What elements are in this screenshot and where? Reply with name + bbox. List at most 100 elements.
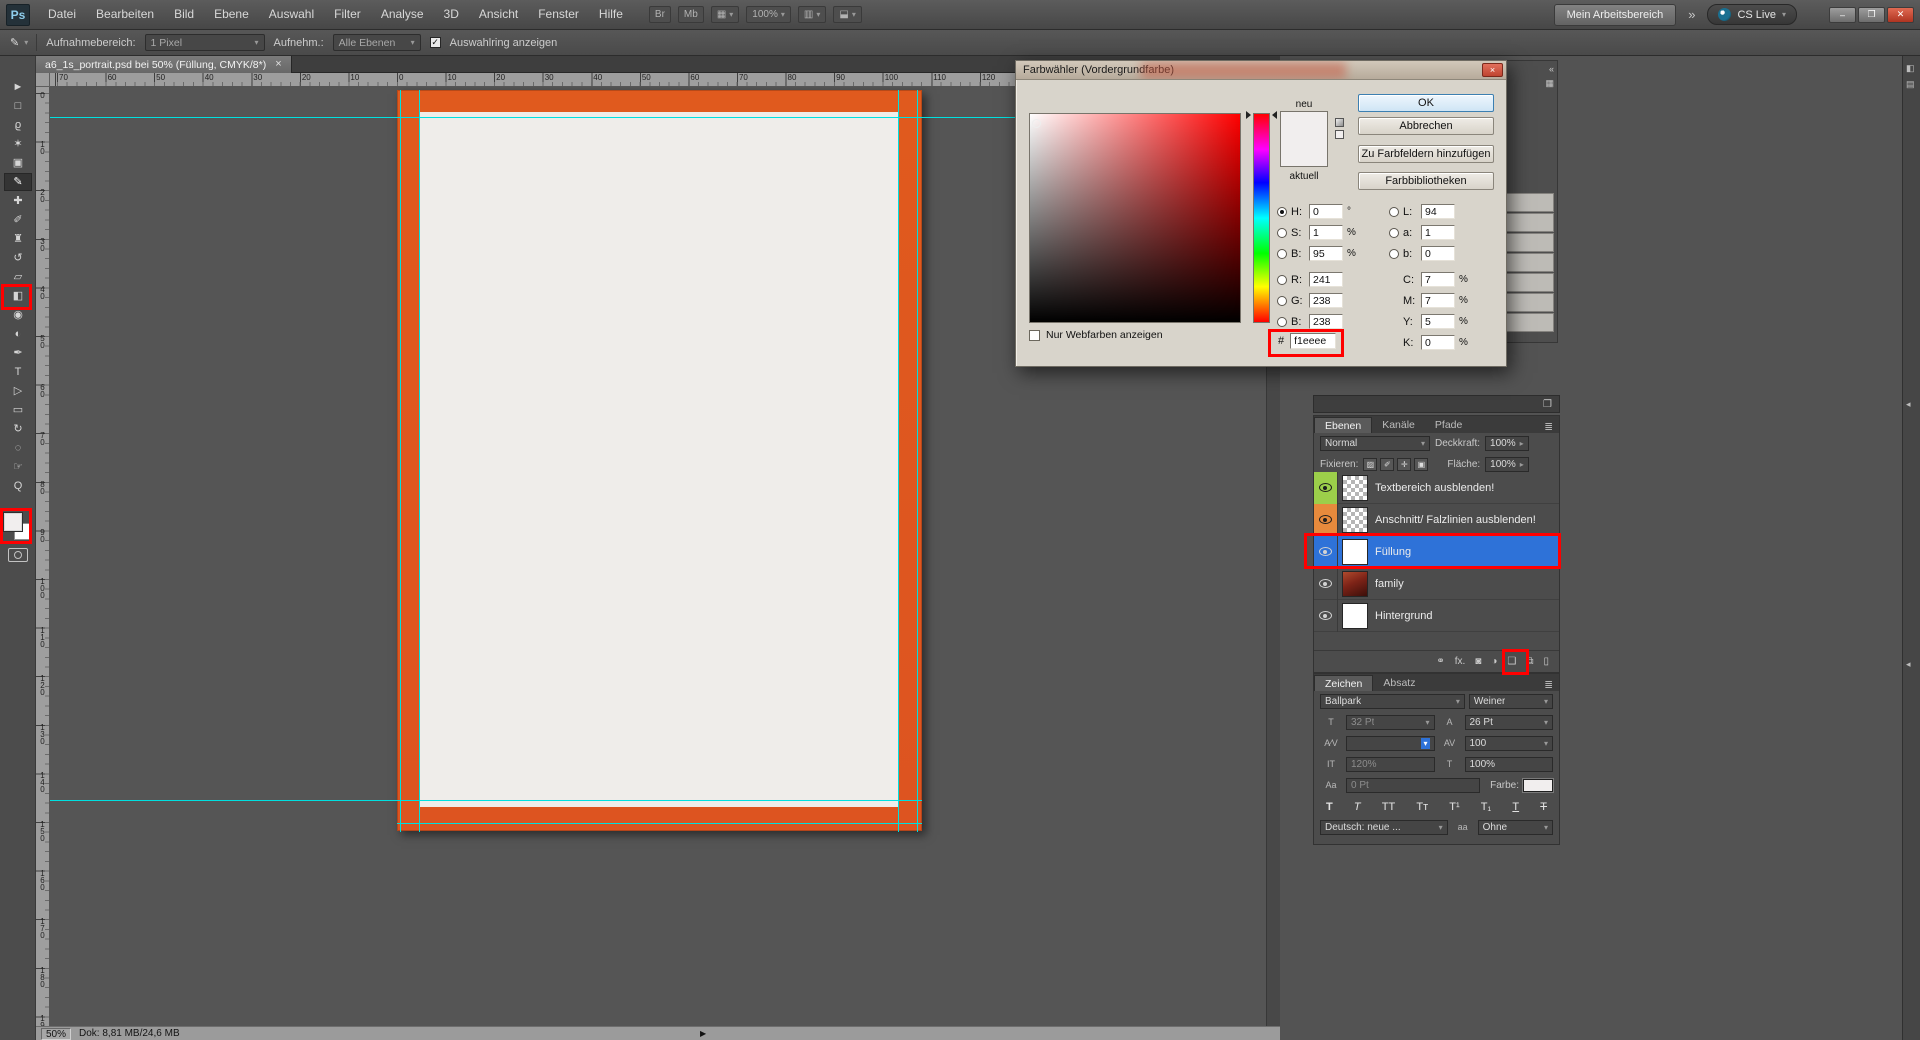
color-field-marker[interactable] — [1032, 119, 1041, 128]
color-field[interactable] — [1029, 113, 1241, 323]
clone-stamp-tool[interactable]: ♜ — [4, 230, 32, 248]
menu-ansicht[interactable]: Ansicht — [469, 0, 528, 29]
blend-mode-dropdown[interactable]: Normal ▾ — [1320, 436, 1430, 451]
close-button[interactable]: ✕ — [1887, 7, 1914, 23]
small-caps-button[interactable]: Tᴛ — [1416, 801, 1428, 813]
zoom-tool[interactable]: Q — [4, 477, 32, 495]
layer-visibility-toggle[interactable] — [1314, 568, 1338, 600]
sample-size-dropdown[interactable]: 1 Pixel ▾ — [145, 34, 265, 51]
layer-thumbnail[interactable] — [1342, 571, 1368, 597]
menu-analyse[interactable]: Analyse — [371, 0, 434, 29]
menu-filter[interactable]: Filter — [324, 0, 371, 29]
workspace-button[interactable]: Mein Arbeitsbereich — [1554, 4, 1677, 26]
tab-pfade[interactable]: Pfade — [1425, 417, 1472, 433]
eraser-tool[interactable]: ▱ — [4, 268, 32, 286]
dock-grid-icon[interactable]: ▦ — [1545, 78, 1554, 89]
lock-position-icon[interactable]: ✛ — [1397, 458, 1411, 471]
cp-r-radio[interactable] — [1277, 275, 1287, 285]
hue-slider[interactable] — [1253, 113, 1270, 323]
layer-row-family[interactable]: family — [1314, 568, 1559, 600]
menu-hilfe[interactable]: Hilfe — [589, 0, 633, 29]
cp-a-radio[interactable] — [1389, 228, 1399, 238]
dialog-title-bar[interactable]: Farbwähler (Vordergrundfarbe) — [1016, 61, 1506, 80]
menu-bearbeiten[interactable]: Bearbeiten — [86, 0, 164, 29]
subscript-button[interactable]: T₁ — [1481, 801, 1491, 813]
guide-vertical-2[interactable] — [419, 90, 420, 832]
pen-tool[interactable]: ✒ — [4, 344, 32, 362]
ok-button[interactable]: OK — [1358, 94, 1494, 112]
cp-s-field[interactable]: 1 — [1309, 225, 1343, 240]
underline-button[interactable]: T — [1512, 801, 1519, 813]
rotate-3d-tool[interactable]: ↻ — [4, 420, 32, 438]
type-tool[interactable]: T — [4, 363, 32, 381]
menu-3d[interactable]: 3D — [434, 0, 469, 29]
panel-menu-icon[interactable]: ≣ — [1544, 679, 1559, 691]
vertical-ruler[interactable]: 0102030405060708090100110120130140150160… — [36, 87, 50, 1026]
menu-ebene[interactable]: Ebene — [204, 0, 259, 29]
expand-dock-arrow-low[interactable]: ◂ — [1906, 660, 1911, 669]
layer-visibility-toggle[interactable] — [1314, 600, 1338, 632]
cp-l-field[interactable]: 94 — [1421, 204, 1455, 219]
cs-live-button[interactable]: CS Live ▾ — [1707, 4, 1797, 25]
new-group-icon[interactable]: ❑ — [1507, 657, 1516, 667]
dodge-tool[interactable]: ◐ — [4, 325, 32, 343]
faux-italic-button[interactable]: T — [1354, 801, 1361, 813]
current-color-swatch[interactable] — [1281, 139, 1327, 166]
font-family-dropdown[interactable]: Ballpark ▾ — [1320, 694, 1465, 709]
cp-r-field[interactable]: 241 — [1309, 272, 1343, 287]
tab-kanle[interactable]: Kanäle — [1372, 417, 1425, 433]
mini-bridge-icon[interactable]: Mb — [678, 6, 704, 23]
menu-auswahl[interactable]: Auswahl — [259, 0, 324, 29]
zoom-level-field[interactable]: 50% — [41, 1028, 71, 1040]
guide-vertical-3[interactable] — [898, 90, 899, 832]
collapsed-dock-panel-icon[interactable]: ◧ — [1906, 64, 1915, 73]
lasso-tool[interactable]: ϱ — [4, 116, 32, 134]
guide-vertical-1[interactable] — [400, 90, 401, 832]
lock-all-icon[interactable]: ▣ — [1414, 458, 1428, 471]
sample-layers-dropdown[interactable]: Alle Ebenen ▾ — [333, 34, 421, 51]
font-size-dropdown[interactable]: 32 Pt ▾ — [1346, 715, 1435, 730]
layer-row-hintergrund[interactable]: Hintergrund — [1314, 600, 1559, 632]
layer-visibility-toggle[interactable] — [1314, 536, 1338, 568]
cp-a-field[interactable]: 1 — [1421, 225, 1455, 240]
cp-b-field[interactable]: 95 — [1309, 246, 1343, 261]
all-caps-button[interactable]: TT — [1382, 801, 1395, 813]
baseline-shift-field[interactable]: 0 Pt — [1346, 778, 1480, 793]
superscript-button[interactable]: T¹ — [1449, 801, 1459, 813]
dialog-close-button[interactable]: × — [1482, 63, 1503, 77]
cp-y-field[interactable]: 5 — [1421, 314, 1455, 329]
bridge-icon[interactable]: Br — [649, 6, 671, 23]
orbit-3d-tool[interactable]: ◌ — [4, 439, 32, 457]
strikethrough-button[interactable]: T — [1540, 801, 1547, 813]
tool-preset-picker[interactable]: ✎ ▾ — [6, 34, 37, 51]
layer-thumbnail[interactable] — [1342, 539, 1368, 565]
collapsed-dock-grid-icon[interactable]: ▤ — [1906, 80, 1915, 89]
add-to-swatches-button[interactable]: Zu Farbfeldern hinzufügen — [1358, 145, 1494, 163]
layer-visibility-toggle[interactable] — [1314, 504, 1338, 536]
cp-l-radio[interactable] — [1389, 207, 1399, 217]
paint-bucket-tool[interactable]: ◧ — [4, 287, 32, 305]
hex-input-field[interactable]: f1eeee — [1290, 333, 1336, 349]
screen-mode-icon[interactable]: ⬓▾ — [833, 6, 861, 23]
cancel-button[interactable]: Abbrechen — [1358, 117, 1494, 135]
hand-tool[interactable]: ☞ — [4, 458, 32, 476]
guide-horizontal-fold[interactable] — [397, 823, 922, 824]
menu-fenster[interactable]: Fenster — [528, 0, 589, 29]
layer-row-textbereich-ausblenden[interactable]: Textbereich ausblenden! — [1314, 472, 1559, 504]
faux-bold-button[interactable]: T — [1326, 801, 1333, 813]
cp-h-radio[interactable] — [1277, 207, 1287, 217]
cp-g-radio[interactable] — [1277, 296, 1287, 306]
cp-s-radio[interactable] — [1277, 228, 1287, 238]
menu-bild[interactable]: Bild — [164, 0, 204, 29]
fill-field[interactable]: 100% ▸ — [1485, 457, 1529, 472]
kerning-dropdown[interactable]: ▾ — [1346, 736, 1435, 751]
tab-absatz[interactable]: Absatz — [1373, 675, 1425, 691]
layer-row-f-llung[interactable]: Füllung — [1314, 536, 1559, 568]
text-color-swatch[interactable] — [1523, 779, 1553, 792]
eyedropper-tool[interactable]: ✎ — [4, 173, 32, 191]
history-brush-tool[interactable]: ↺ — [4, 249, 32, 267]
status-flyout-arrow-icon[interactable]: ▶ — [700, 1029, 706, 1038]
zoom-level-dropdown[interactable]: 100%▾ — [746, 6, 791, 23]
rectangle-tool[interactable]: ▭ — [4, 401, 32, 419]
guide-horizontal-bottom[interactable] — [50, 800, 922, 801]
